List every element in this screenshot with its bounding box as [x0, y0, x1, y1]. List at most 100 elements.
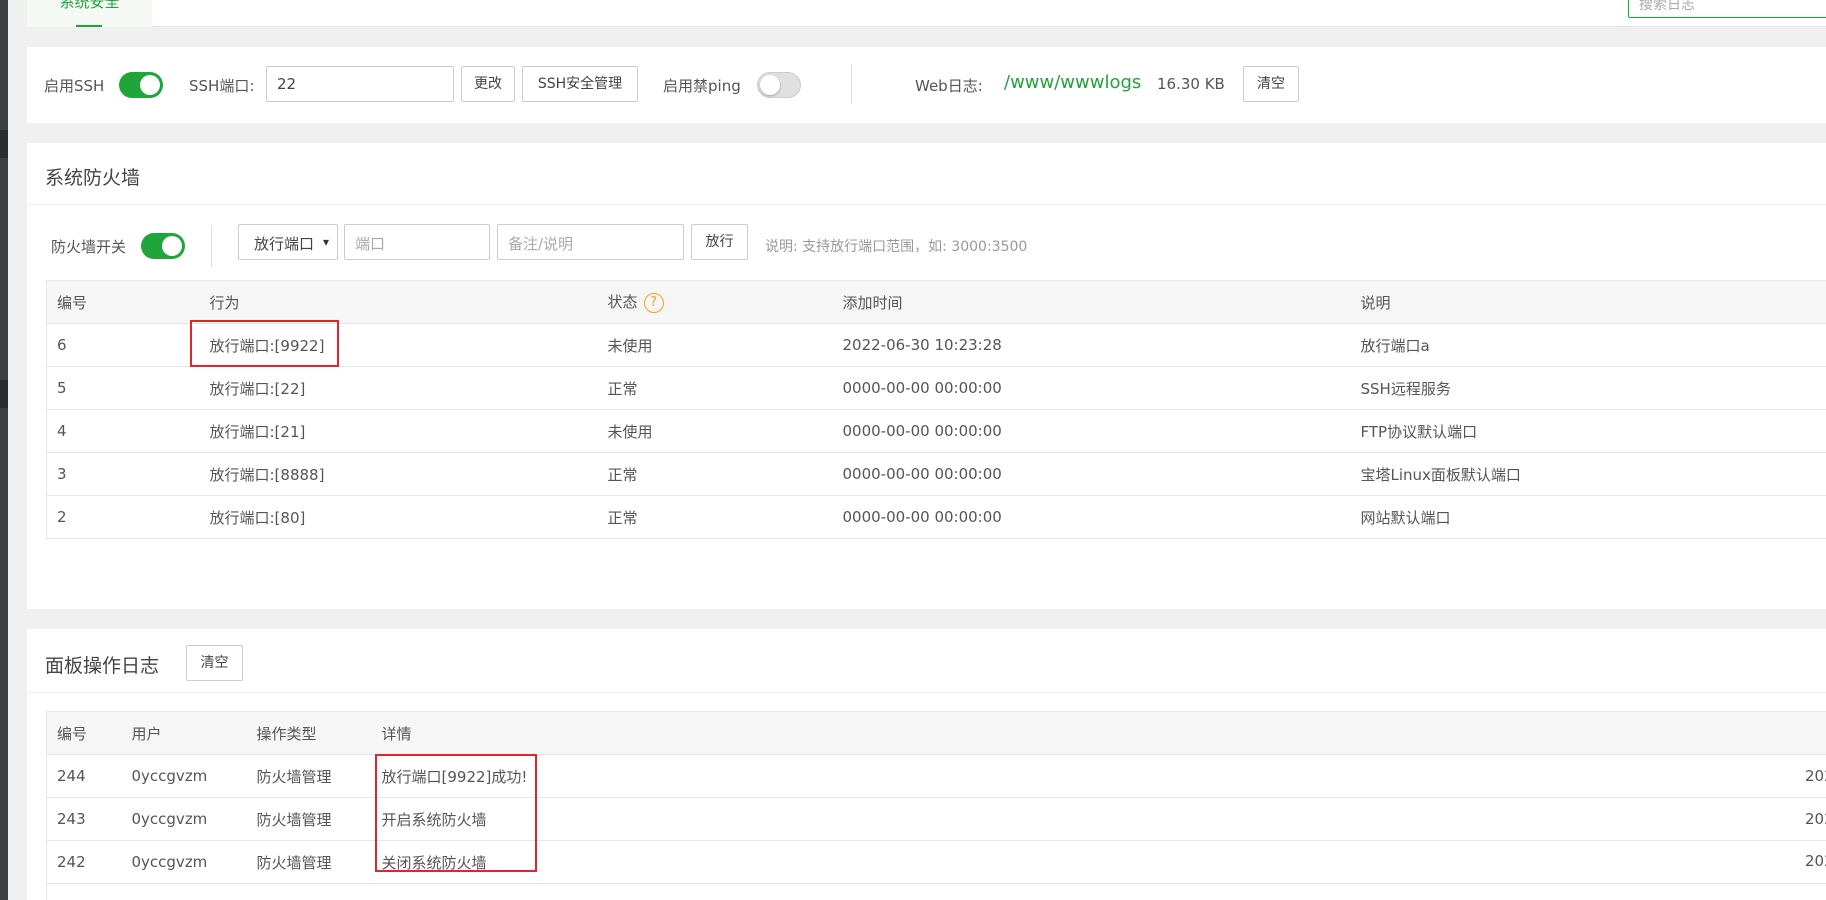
firewall-rules-table: 编号 行为 状态? 添加时间 说明 6 放行端口:[9922] 未使用 2022…	[46, 280, 1826, 539]
rule-note: 网站默认端口	[1350, 495, 1826, 539]
column-header: 行为	[199, 280, 598, 324]
log-detail: 关闭系统防火墙	[371, 840, 1826, 884]
column-header: 编号	[46, 280, 200, 324]
rule-id: 2	[46, 495, 200, 539]
chevron-down-icon: ▾	[322, 235, 329, 249]
action-select-value: 放行端口	[254, 235, 315, 253]
clear-web-log-button[interactable]: 清空	[1243, 66, 1299, 102]
table-row-partial	[46, 883, 1826, 900]
clear-log-button[interactable]: 清空	[186, 645, 243, 681]
divider	[27, 204, 1826, 205]
ssh-port-input[interactable]: 22	[266, 66, 454, 102]
rule-time: 0000-00-00 00:00:00	[832, 495, 1351, 539]
rule-action: 放行端口:[8888]	[199, 452, 598, 496]
ssh-security-manage-button[interactable]: SSH安全管理	[522, 66, 638, 102]
rule-note: SSH远程服务	[1350, 366, 1826, 410]
firewall-switch-label: 防火墙开关	[51, 238, 127, 256]
log-detail: 放行端口[9922]成功!	[371, 754, 1826, 798]
tab-label: 系统安全	[59, 0, 120, 11]
panel-operation-log: 面板操作日志 清空 编号 用户 操作类型 详情 244 0yccgvzm 防火墙…	[27, 629, 1826, 900]
rule-action: 放行端口:[80]	[199, 495, 598, 539]
toggle-knob	[760, 75, 780, 95]
note-input[interactable]: 备注/说明	[497, 224, 684, 260]
table-header-row: 编号 用户 操作类型 详情	[46, 711, 1826, 755]
toggle-knob	[162, 236, 182, 256]
rule-time: 0000-00-00 00:00:00	[832, 452, 1351, 496]
rule-id: 6	[46, 323, 200, 367]
table-row: 5 放行端口:[22] 正常 0000-00-00 00:00:00 SSH远程…	[46, 366, 1826, 410]
table-row: 242 0yccgvzm 防火墙管理 关闭系统防火墙	[46, 840, 1826, 884]
web-log-path-link[interactable]: /www/wwwlogs	[1004, 72, 1141, 93]
log-id-cut	[46, 883, 122, 900]
rule-action: 放行端口:[21]	[199, 409, 598, 453]
log-search-input[interactable]: 搜索日志	[1628, 0, 1826, 18]
column-header: 编号	[46, 711, 122, 755]
rule-note: 宝塔Linux面板默认端口	[1350, 452, 1826, 496]
rule-status: 正常	[597, 495, 833, 539]
log-detail: 开启系统防火墙	[371, 797, 1826, 841]
rule-id: 5	[46, 366, 200, 410]
log-type: 防火墙管理	[246, 797, 372, 841]
log-type: 防火墙管理	[246, 840, 372, 884]
log-title: 面板操作日志	[45, 655, 160, 677]
disable-ping-label: 启用禁ping	[663, 77, 741, 95]
toggle-knob	[140, 75, 160, 95]
port-input[interactable]: 端口	[344, 224, 490, 260]
rule-time: 0000-00-00 00:00:00	[832, 366, 1351, 410]
tab-system-security[interactable]: 系统安全	[27, 0, 152, 27]
firewall-toggle[interactable]	[141, 233, 185, 259]
rule-status: 未使用	[597, 323, 833, 367]
log-id: 242	[46, 840, 122, 884]
table-row: 243 0yccgvzm 防火墙管理 开启系统防火墙	[46, 797, 1826, 841]
divider	[851, 64, 852, 104]
rule-status: 正常	[597, 366, 833, 410]
help-icon[interactable]: ?	[643, 292, 664, 313]
table-header-row: 编号 行为 状态? 添加时间 说明	[46, 280, 1826, 324]
rule-status: 未使用	[597, 409, 833, 453]
table-row: 3 放行端口:[8888] 正常 0000-00-00 00:00:00 宝塔L…	[46, 452, 1826, 496]
rule-status: 正常	[597, 452, 833, 496]
log-user: 0yccgvzm	[121, 840, 247, 884]
rule-time: 0000-00-00 00:00:00	[832, 409, 1351, 453]
ssh-settings-panel: 启用SSH SSH端口: 22 更改 SSH安全管理 启用禁ping Web日志…	[27, 47, 1826, 123]
table-row: 2 放行端口:[80] 正常 0000-00-00 00:00:00 网站默认端…	[46, 495, 1826, 539]
web-log-size: 16.30 KB	[1157, 75, 1225, 93]
column-header: 详情	[371, 711, 1826, 755]
ssh-toggle[interactable]	[119, 72, 163, 98]
system-firewall-panel: 系统防火墙 防火墙开关 放行端口 ▾ 端口 备注/说明 放行 说明: 支持放行端…	[27, 143, 1826, 609]
allow-port-button[interactable]: 放行	[691, 224, 748, 260]
column-header: 状态?	[597, 280, 833, 324]
log-detail-cut	[371, 883, 1826, 900]
enable-ssh-label: 启用SSH	[44, 77, 105, 95]
rule-id: 4	[46, 409, 200, 453]
divider	[211, 225, 212, 267]
operation-log-table: 编号 用户 操作类型 详情 244 0yccgvzm 防火墙管理 放行端口[99…	[46, 711, 1826, 900]
table-row: 244 0yccgvzm 防火墙管理 放行端口[9922]成功!	[46, 754, 1826, 798]
highlight-box	[190, 320, 339, 367]
log-id: 244	[46, 754, 122, 798]
log-type-cut	[246, 883, 372, 900]
rule-time: 2022-06-30 10:23:28	[832, 323, 1351, 367]
left-strip-mark	[0, 380, 8, 408]
top-tab-bar: 系统安全 搜索日志	[27, 0, 1826, 27]
log-user: 0yccgvzm	[121, 754, 247, 798]
column-header: 操作类型	[246, 711, 372, 755]
log-type: 防火墙管理	[246, 754, 372, 798]
web-log-label: Web日志:	[915, 77, 983, 95]
log-date-truncated: 202	[1805, 810, 1826, 828]
log-user-cut	[121, 883, 247, 900]
port-range-hint: 说明: 支持放行端口范围，如: 3000:3500	[765, 239, 1028, 255]
log-user: 0yccgvzm	[121, 797, 247, 841]
rule-note: 放行端口a	[1350, 323, 1826, 367]
tab-active-underline	[76, 25, 102, 27]
log-id: 243	[46, 797, 122, 841]
left-strip-mark	[0, 130, 8, 158]
change-port-button[interactable]: 更改	[461, 66, 515, 102]
column-header: 添加时间	[832, 280, 1351, 324]
column-header: 用户	[121, 711, 247, 755]
action-select[interactable]: 放行端口 ▾	[238, 224, 338, 260]
highlight-box	[375, 754, 537, 872]
rule-id: 3	[46, 452, 200, 496]
ping-toggle[interactable]	[757, 72, 801, 98]
left-dark-strip	[0, 0, 8, 900]
